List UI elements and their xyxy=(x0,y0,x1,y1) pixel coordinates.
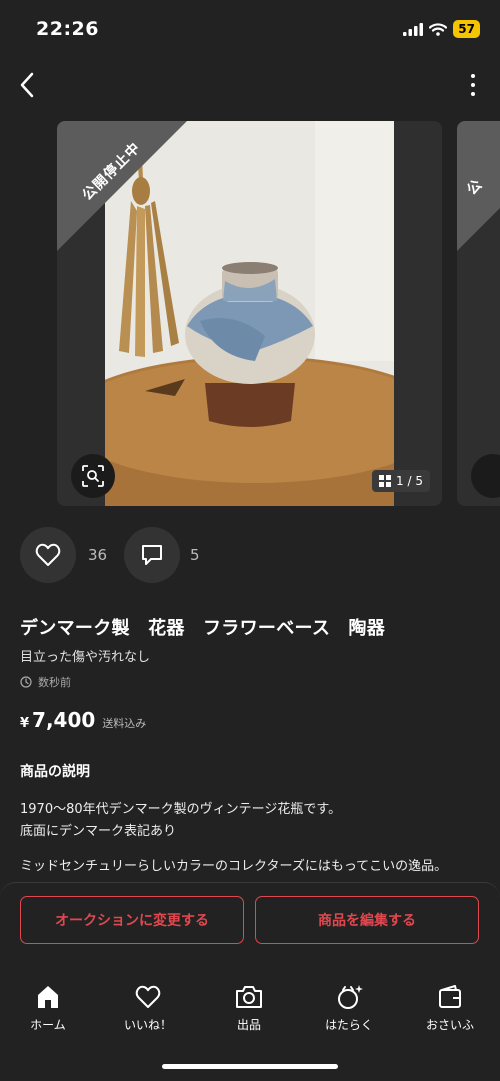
comment-count: 5 xyxy=(190,546,200,564)
tab-work[interactable]: はたらく xyxy=(309,984,389,1033)
status-indicators: 57 xyxy=(403,20,480,38)
tab-sell[interactable]: 出品 xyxy=(209,984,289,1033)
grid-icon xyxy=(379,475,392,487)
page-indicator-label: 1 / 5 xyxy=(396,474,423,488)
wifi-icon xyxy=(429,22,448,36)
like-button[interactable] xyxy=(20,527,76,583)
posted-time-label: 数秒前 xyxy=(38,676,71,689)
tab-home[interactable]: ホーム xyxy=(8,984,88,1033)
comment-button[interactable] xyxy=(124,527,180,583)
comment-icon xyxy=(142,545,162,565)
change-to-auction-button[interactable]: オークションに変更する xyxy=(20,896,244,944)
like-count: 36 xyxy=(88,546,108,564)
shipping-note: 送料込み xyxy=(102,717,147,730)
description-heading: 商品の説明 xyxy=(20,764,90,780)
tab-likes-label: いいね！ xyxy=(123,1018,172,1032)
tab-home-label: ホーム xyxy=(30,1018,66,1032)
price-currency: ¥ xyxy=(20,716,30,731)
dot-icon xyxy=(471,92,475,96)
image-search-button[interactable] xyxy=(71,454,115,498)
home-indicator xyxy=(162,1064,338,1069)
posted-time: 数秒前 xyxy=(20,674,71,690)
product-photo-card[interactable]: 公開停止中 1 / 5 xyxy=(57,121,442,506)
dot-icon xyxy=(471,74,475,78)
dot-icon xyxy=(471,83,475,87)
status-ribbon xyxy=(57,121,187,251)
tab-work-label: はたらく xyxy=(325,1018,373,1032)
tab-sell-label: 出品 xyxy=(236,1018,261,1032)
home-icon xyxy=(38,986,58,1008)
price-value: 7,400 xyxy=(32,708,96,732)
wallet-icon xyxy=(439,985,461,1008)
price: ¥ 7,400 送料込み xyxy=(20,708,146,732)
tab-likes[interactable]: いいね！ xyxy=(108,984,188,1033)
item-condition: 目立った傷や汚れなし xyxy=(20,650,151,665)
tab-wallet-label: おさいふ xyxy=(425,1018,474,1032)
item-title: デンマーク製 花器 フラワーベース 陶器 xyxy=(20,618,386,639)
scan-search-icon xyxy=(82,465,104,487)
heart-icon xyxy=(35,543,61,566)
heart-icon xyxy=(135,985,161,1008)
back-button[interactable] xyxy=(12,68,42,102)
description-line: 1970～80年代デンマーク製のヴィンテージ花瓶です。 xyxy=(20,802,342,817)
chevron-left-icon xyxy=(20,72,34,98)
sparkle-bag-icon xyxy=(338,985,363,1009)
description-line: ミッドセンチュリーらしいカラーのコレクターズにはもってこいの逸品。 xyxy=(20,859,448,874)
product-photo-card-next[interactable]: 公 xyxy=(457,121,500,506)
page-indicator: 1 / 5 xyxy=(372,470,430,492)
edit-item-button[interactable]: 商品を編集する xyxy=(255,896,479,944)
battery-icon: 57 xyxy=(453,20,480,38)
more-options-button[interactable] xyxy=(466,74,480,96)
camera-icon xyxy=(236,986,262,1008)
description-line: 底面にデンマーク表記あり xyxy=(20,824,177,839)
status-time: 22:26 xyxy=(36,18,99,40)
tab-wallet[interactable]: おさいふ xyxy=(410,984,490,1033)
image-search-button[interactable] xyxy=(471,454,500,498)
clock-icon xyxy=(20,676,32,688)
signal-icon xyxy=(403,22,424,36)
